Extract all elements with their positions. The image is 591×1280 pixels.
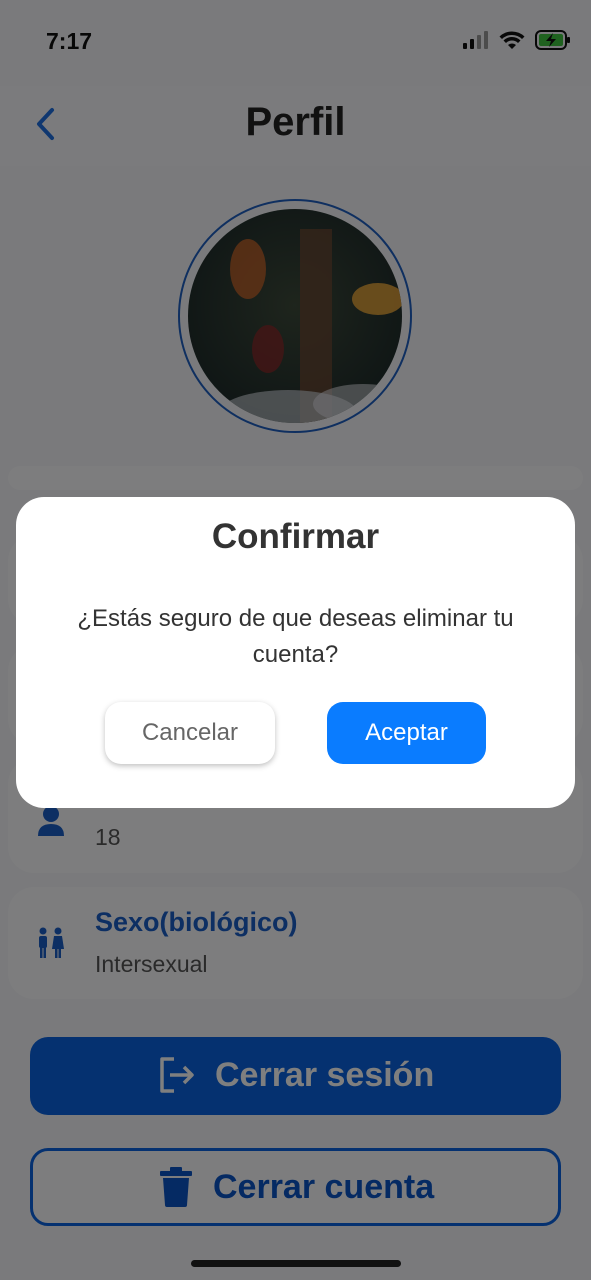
dialog-title: Confirmar (211, 517, 380, 556)
confirm-dialog: Confirmar ¿Estás seguro de que deseas el… (16, 497, 575, 808)
accept-button[interactable]: Aceptar (327, 702, 486, 764)
cancel-button[interactable]: Cancelar (105, 702, 275, 764)
home-indicator (191, 1260, 401, 1267)
dialog-message: ¿Estás seguro de que deseas eliminar tu … (77, 605, 514, 668)
